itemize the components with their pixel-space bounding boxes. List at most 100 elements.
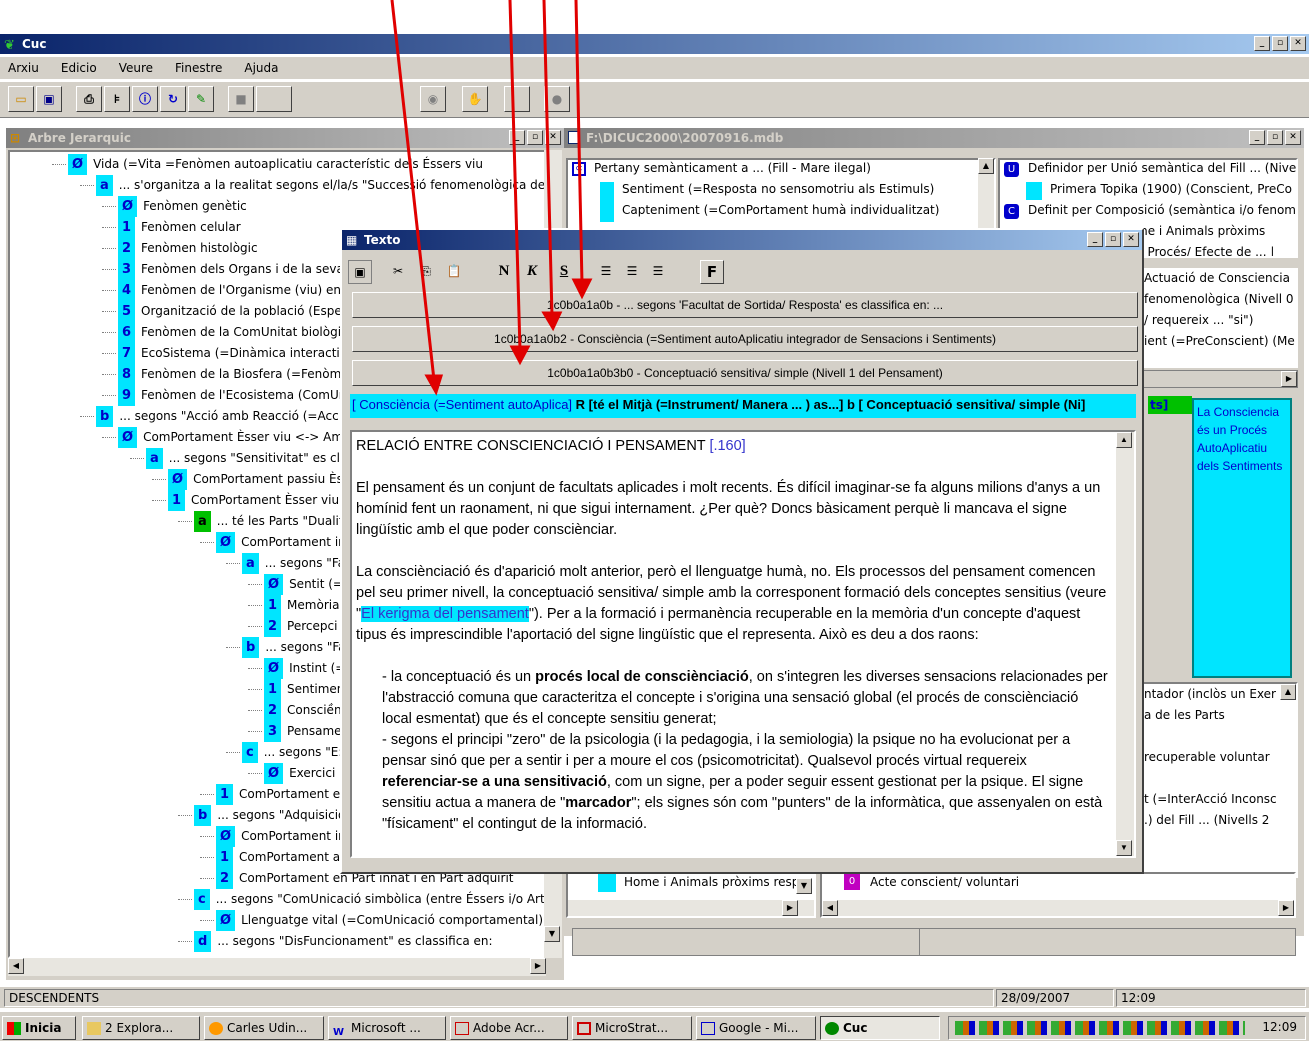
tree-connector	[248, 689, 262, 690]
text-scrollbar[interactable]: ▲ ▼	[1116, 432, 1134, 856]
tree-scroll-down[interactable]: ▼	[544, 926, 560, 942]
tree-node-badge: 1	[216, 784, 234, 805]
tree-node-label: Llenguatge vital (=ComUnicació comportam…	[241, 913, 544, 927]
tree-node-badge: 1	[168, 490, 186, 511]
tree-connector	[152, 500, 166, 501]
arrow-3-head	[541, 311, 563, 332]
task-microstrat[interactable]: MicroStrat...	[572, 1016, 692, 1040]
tree-scroll-right[interactable]: ▶	[530, 958, 546, 974]
list-item[interactable]: ntador (inclòs un Exer	[1144, 684, 1276, 705]
list-item[interactable]: t (=InterAcció Inconsc	[1144, 789, 1277, 810]
tree-node[interactable]: 2 Consciền	[264, 700, 342, 721]
task-google[interactable]: Google - Mi...	[696, 1016, 816, 1040]
tree-node[interactable]: 1 ComPortament ad	[216, 847, 348, 868]
list-item[interactable]: Home i Animals pròxims respe	[624, 875, 807, 889]
tree-node-badge: Ø	[216, 910, 236, 931]
tree-node-label: ComPortament Èsser viu -	[191, 493, 348, 507]
tree-node[interactable]: Ø Llenguatge vital (=ComUnicació comporta…	[216, 910, 543, 931]
ie-icon	[701, 1022, 715, 1035]
tree-node[interactable]: b ... segons "Adquisició	[194, 805, 345, 826]
hscroll[interactable]: ◀ ▶	[822, 900, 1294, 916]
tree-node[interactable]: 1 ComPortament Èsser viu -	[168, 490, 347, 511]
task-cuc[interactable]: Cuc	[820, 1016, 940, 1040]
db-mid-right[interactable]: ntador (inclòs un Exer a de les Parts re…	[1142, 682, 1298, 878]
kerigma-link[interactable]: El kerigma del pensament	[361, 606, 529, 622]
list-item[interactable]: .) del Fill ... (Nivells 2	[1144, 810, 1269, 831]
tree-connector	[200, 836, 214, 837]
list-item[interactable]: Acte conscient/ voluntari	[870, 875, 1019, 889]
microstrat-icon	[577, 1022, 591, 1035]
scroll-left[interactable]: ◀	[822, 900, 838, 916]
tree-node-badge: a	[194, 511, 211, 532]
text-scroll-up[interactable]: ▲	[1116, 432, 1132, 448]
tree-node[interactable]: Ø Instint (=I	[264, 658, 349, 679]
tree-node-label: ComPortament passiu Èss	[193, 472, 350, 486]
tree-node[interactable]: b ... segons "Acció amb Reacció (=Acc	[96, 406, 339, 427]
hscroll[interactable]: ▶	[568, 900, 814, 916]
scroll-right[interactable]: ▶	[1278, 900, 1294, 916]
folder-icon	[87, 1022, 101, 1035]
tree-connector	[200, 542, 214, 543]
tree-connector	[178, 815, 192, 816]
tree-node-label: Sentimen	[287, 682, 345, 696]
tree-node-label: ... segons "Fa	[264, 556, 345, 570]
tray-icons[interactable]	[955, 1021, 1245, 1035]
text-heading: RELACIÓ ENTRE CONSCIENCIACIÓ I PENSAMENT	[356, 438, 706, 454]
tree-node[interactable]: Ø ComPortament in	[216, 532, 346, 553]
tree-node-badge: 3	[264, 721, 282, 742]
text-ref[interactable]: [.160]	[709, 438, 745, 454]
tree-node[interactable]: a ... segons "Fa	[242, 553, 345, 574]
text-editor[interactable]: RELACIÓ ENTRE CONSCIENCIACIÓ I PENSAMENT…	[350, 430, 1136, 858]
tree-node[interactable]: Ø Sentit (=F	[264, 574, 350, 595]
tree-node-label: ComPortament ex	[239, 787, 348, 801]
tree-node-badge: Ø	[216, 532, 236, 553]
tree-node-badge: a	[146, 448, 163, 469]
tree-node[interactable]: Ø ComPortament passiu Èss	[168, 469, 349, 490]
tree-node[interactable]: 1 ComPortament ex	[216, 784, 347, 805]
scroll-down[interactable]: ▼	[796, 878, 812, 894]
tree-node[interactable]: Ø ComPortament in	[216, 826, 346, 847]
tree-node[interactable]: Ø Exercici (	[264, 763, 344, 784]
tree-node-label: ComPortament ad	[239, 850, 348, 864]
db-bottom-right[interactable]: 0 Acte conscient/ voluntari ◀ ▶	[820, 872, 1296, 918]
tree-node[interactable]: c ... segons "ComUnicació simbòlica (entr…	[194, 889, 544, 910]
tree-node[interactable]: 2 Percepci	[264, 616, 337, 637]
text-scroll-down[interactable]: ▼	[1116, 840, 1132, 856]
tree-node[interactable]: a ... segons "Sensitivitat" es cla	[146, 448, 347, 469]
start-button[interactable]: Inicia	[2, 1016, 76, 1040]
task-adobe[interactable]: Adobe Acr...	[450, 1016, 568, 1040]
tree-node[interactable]: a ... té les Parts "Dualit	[194, 511, 344, 532]
status-date: 28/09/2007	[996, 989, 1114, 1007]
tree-node[interactable]: Ø ComPortament Èsser viu <-> Amb	[118, 427, 351, 448]
scroll-up[interactable]: ▲	[1280, 684, 1296, 700]
tree-node[interactable]: b ... segons "Fa	[242, 637, 346, 658]
act-icon: 0	[844, 874, 860, 890]
divider	[919, 929, 920, 955]
db-bottom-left[interactable]: Home i Animals pròxims respe ▼ ▶	[566, 872, 816, 918]
tree-connector	[130, 458, 144, 459]
tree-node-label: ComPortament in	[241, 829, 346, 843]
scroll-right[interactable]: ▶	[782, 900, 798, 916]
tree-node-badge: Ø	[264, 763, 284, 784]
tree-scroll-left[interactable]: ◀	[8, 958, 24, 974]
statusbar: DESCENDENTS 28/09/2007 12:09	[0, 986, 1309, 1008]
tree-node[interactable]: 1 Sentimen	[264, 679, 344, 700]
tree-node[interactable]: d ... segons "DisFuncionament" es classif…	[194, 931, 493, 952]
tree-node[interactable]: 1 Memòria	[264, 595, 339, 616]
tree-connector	[200, 878, 214, 879]
list-item[interactable]: a de les Parts	[1144, 705, 1225, 726]
task-explorer[interactable]: 2 Explora...	[82, 1016, 200, 1040]
tree-connector	[226, 563, 240, 564]
tree-node-label: Exercici (	[289, 766, 344, 780]
tree-connector	[248, 773, 262, 774]
tree-hscrollbar[interactable]: ◀ ▶	[8, 958, 546, 976]
tree-connector	[178, 941, 192, 942]
list-item[interactable]: recuperable voluntar	[1144, 747, 1270, 768]
task-carles[interactable]: Carles Udin...	[204, 1016, 324, 1040]
task-microsoft[interactable]: W Microsoft ...	[328, 1016, 446, 1040]
tree-node[interactable]: c ... segons "E:	[242, 742, 342, 763]
tree-node-label: Consciền	[287, 703, 342, 717]
tree-node-label: ... segons "Sensitivitat" es cla	[168, 451, 348, 465]
tree-node[interactable]: 3 Pensame	[264, 721, 342, 742]
browser-icon	[209, 1022, 223, 1035]
